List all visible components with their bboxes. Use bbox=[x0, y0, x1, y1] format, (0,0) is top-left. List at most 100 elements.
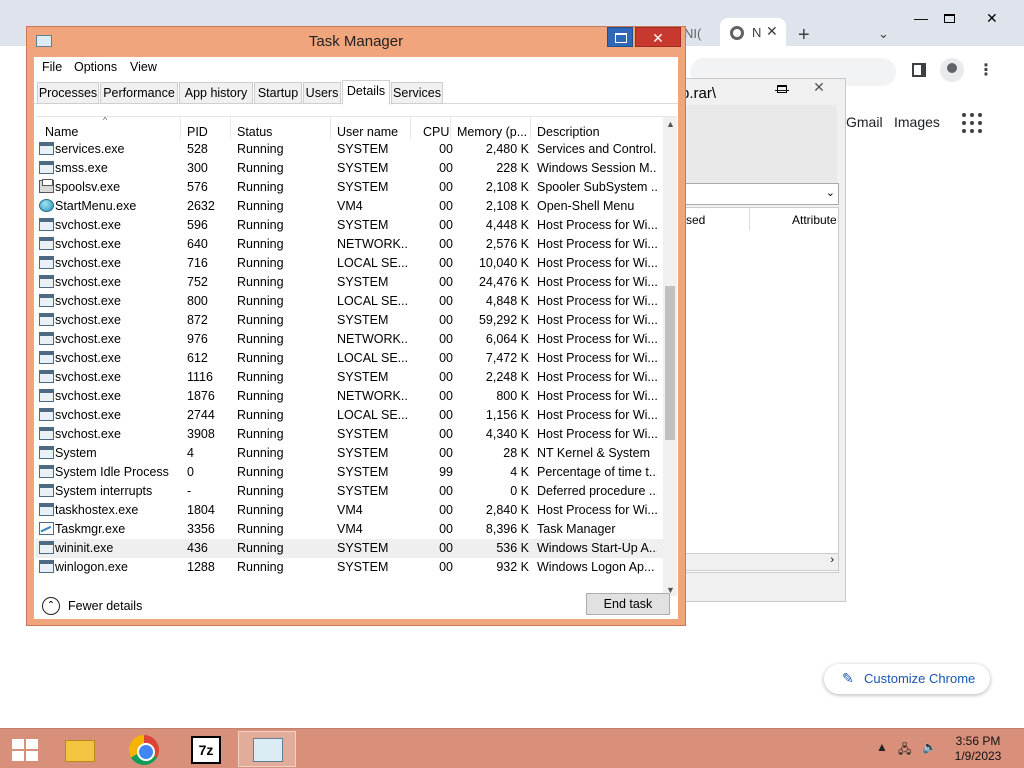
table-row[interactable]: System interrupts - Running SYSTEM 00 0 K Defe… bbox=[35, 482, 663, 501]
table-row[interactable]: svchost.exe 596 Running SYSTEM 00 4,448 K Host… bbox=[35, 216, 663, 235]
images-link[interactable]: Images bbox=[894, 114, 940, 130]
process-status: Running bbox=[237, 427, 284, 441]
process-status: Running bbox=[237, 522, 284, 536]
7zip-file-list[interactable]: sed Attribute bbox=[681, 207, 839, 573]
process-memory: 10,040 K bbox=[478, 256, 529, 270]
table-row[interactable]: Taskmgr.exe 3356 Running VM4 00 8,396 K Task M… bbox=[35, 520, 663, 539]
7zip-column-attribute[interactable]: Attribute bbox=[792, 213, 837, 227]
tab-processes[interactable]: Processes bbox=[37, 82, 99, 104]
process-name: svchost.exe bbox=[55, 332, 122, 346]
taskbar-7zip[interactable]: 7z bbox=[176, 731, 234, 767]
process-description: Host Process for Wi... bbox=[537, 389, 657, 403]
chrome-tab-partial[interactable]: NI( bbox=[684, 26, 701, 41]
process-user: SYSTEM bbox=[337, 427, 389, 441]
column-header-user-name[interactable]: User name bbox=[331, 117, 411, 139]
table-row[interactable]: svchost.exe 976 Running NETWORK... 00 6,064 K… bbox=[35, 330, 663, 349]
tab-performance[interactable]: Performance bbox=[100, 82, 178, 104]
fewer-details-icon[interactable]: ⌃ bbox=[42, 597, 60, 615]
process-status: Running bbox=[237, 218, 284, 232]
windows-logo-icon bbox=[12, 739, 24, 749]
table-row[interactable]: services.exe 528 Running SYSTEM 00 2,480 K Ser… bbox=[35, 140, 663, 159]
customize-chrome-button[interactable]: ✎ Customize Chrome bbox=[824, 664, 990, 694]
7zip-column-used[interactable]: sed bbox=[686, 213, 705, 227]
7zip-close-button[interactable]: ✕ bbox=[797, 79, 841, 99]
tab-close-icon[interactable]: ✕ bbox=[766, 23, 778, 40]
table-row[interactable]: svchost.exe 752 Running SYSTEM 00 24,476 K Hos… bbox=[35, 273, 663, 292]
process-memory: 1,156 K bbox=[485, 408, 529, 422]
tab-details[interactable]: Details bbox=[342, 80, 390, 105]
table-row[interactable]: System 4 Running SYSTEM 00 28 K NT Kernel & Sy… bbox=[35, 444, 663, 463]
fewer-details-link[interactable]: Fewer details bbox=[68, 599, 142, 613]
gmail-link[interactable]: Gmail bbox=[846, 114, 883, 130]
close-button[interactable]: ✕ bbox=[635, 27, 681, 47]
tab-startup[interactable]: Startup bbox=[254, 82, 302, 104]
task-manager-titlebar[interactable]: Task Manager ✕ bbox=[27, 27, 685, 57]
table-row[interactable]: svchost.exe 872 Running SYSTEM 00 59,292 K Hos… bbox=[35, 311, 663, 330]
table-row[interactable]: svchost.exe 3908 Running SYSTEM 00 4,340 K Hos… bbox=[35, 425, 663, 444]
end-task-button[interactable]: End task bbox=[586, 593, 670, 615]
process-memory: 6,064 K bbox=[485, 332, 529, 346]
table-row[interactable]: svchost.exe 800 Running LOCAL SE... 00 4,848 … bbox=[35, 292, 663, 311]
column-header-cpu[interactable]: CPU bbox=[411, 117, 451, 139]
table-row[interactable]: spoolsv.exe 576 Running SYSTEM 00 2,108 K Spoo… bbox=[35, 178, 663, 197]
process-memory: 24,476 K bbox=[478, 275, 529, 289]
chrome-minimize-button[interactable]: — bbox=[914, 10, 928, 26]
chrome-close-button[interactable]: ✕ bbox=[986, 10, 998, 27]
table-row[interactable]: svchost.exe 612 Running LOCAL SE... 00 7,472 … bbox=[35, 349, 663, 368]
taskbar-task-manager[interactable] bbox=[238, 731, 296, 767]
column-header-description[interactable]: Description bbox=[531, 117, 663, 139]
menu-view[interactable]: View bbox=[130, 60, 157, 74]
table-row[interactable]: wininit.exe 436 Running SYSTEM 00 536 K Window… bbox=[35, 539, 663, 558]
table-row[interactable]: svchost.exe 640 Running NETWORK... 00 2,576 K… bbox=[35, 235, 663, 254]
scroll-right-icon[interactable]: › bbox=[830, 554, 834, 566]
table-row[interactable]: StartMenu.exe 2632 Running VM4 00 2,108 K Open… bbox=[35, 197, 663, 216]
table-row[interactable]: svchost.exe 716 Running LOCAL SE... 00 10,040… bbox=[35, 254, 663, 273]
process-description: Host Process for Wi... bbox=[537, 256, 657, 270]
table-row[interactable]: smss.exe 300 Running SYSTEM 00 228 K Windows S… bbox=[35, 159, 663, 178]
chrome-menu-icon[interactable]: ⋮ bbox=[978, 60, 994, 80]
taskbar-chrome[interactable] bbox=[114, 731, 172, 767]
process-user: SYSTEM bbox=[337, 180, 389, 194]
tab-app-history[interactable]: App history bbox=[179, 82, 253, 104]
table-row[interactable]: winlogon.exe 1288 Running SYSTEM 00 932 K Wind… bbox=[35, 558, 663, 577]
process-name: System bbox=[55, 446, 97, 460]
tab-services[interactable]: Services bbox=[391, 82, 443, 104]
7zip-horizontal-scrollbar[interactable]: › bbox=[681, 553, 839, 571]
table-row[interactable]: svchost.exe 2744 Running LOCAL SE... 00 1,156… bbox=[35, 406, 663, 425]
start-button[interactable] bbox=[12, 739, 38, 761]
window-title: Task Manager bbox=[308, 33, 404, 50]
vertical-scrollbar[interactable]: ▲ ▼ bbox=[663, 117, 677, 596]
column-header-status[interactable]: Status bbox=[231, 117, 331, 139]
scroll-up-icon[interactable]: ▲ bbox=[666, 119, 675, 129]
table-row[interactable]: System Idle Process 0 Running SYSTEM 99 4 K Pe… bbox=[35, 463, 663, 482]
tab-search-icon[interactable]: ⌄ bbox=[878, 26, 889, 42]
column-header-pid[interactable]: PID bbox=[181, 117, 231, 139]
chrome-maximize-button[interactable] bbox=[944, 14, 955, 23]
new-tab-button[interactable]: + bbox=[798, 24, 810, 47]
menu-options[interactable]: Options bbox=[74, 60, 117, 74]
process-user: SYSTEM bbox=[337, 560, 389, 574]
process-user: VM4 bbox=[337, 503, 363, 517]
chrome-tab-active[interactable]: N ✕ bbox=[720, 18, 786, 46]
side-panel-icon[interactable] bbox=[912, 63, 926, 77]
table-row[interactable]: svchost.exe 1116 Running SYSTEM 00 2,248 K Hos… bbox=[35, 368, 663, 387]
7zip-maximize-button[interactable] bbox=[777, 85, 787, 93]
taskbar-file-explorer[interactable] bbox=[50, 731, 108, 767]
process-icon bbox=[39, 237, 54, 250]
scrollbar-thumb[interactable] bbox=[665, 286, 675, 440]
tab-users[interactable]: Users bbox=[303, 82, 341, 104]
table-row[interactable]: svchost.exe 1876 Running NETWORK... 00 800 K H… bbox=[35, 387, 663, 406]
google-apps-icon[interactable] bbox=[962, 113, 982, 133]
maximize-button[interactable] bbox=[607, 27, 633, 47]
volume-icon[interactable]: 🔈 bbox=[922, 740, 937, 754]
column-header-name[interactable]: Name bbox=[35, 117, 181, 139]
tray-overflow-icon[interactable]: ▲ bbox=[876, 740, 888, 754]
process-description: Windows Session M... bbox=[537, 161, 657, 175]
table-row[interactable]: taskhostex.exe 1804 Running VM4 00 2,840 K Hos… bbox=[35, 501, 663, 520]
profile-avatar-icon[interactable] bbox=[940, 58, 964, 82]
network-icon[interactable]: 🖧 bbox=[898, 740, 911, 761]
7zip-path-combo[interactable]: ⌄ bbox=[681, 183, 839, 205]
menu-file[interactable]: File bbox=[42, 60, 62, 74]
column-header-memory[interactable]: Memory (p... bbox=[451, 117, 531, 139]
system-clock[interactable]: 3:56 PM 1/9/2023 bbox=[940, 734, 1016, 764]
